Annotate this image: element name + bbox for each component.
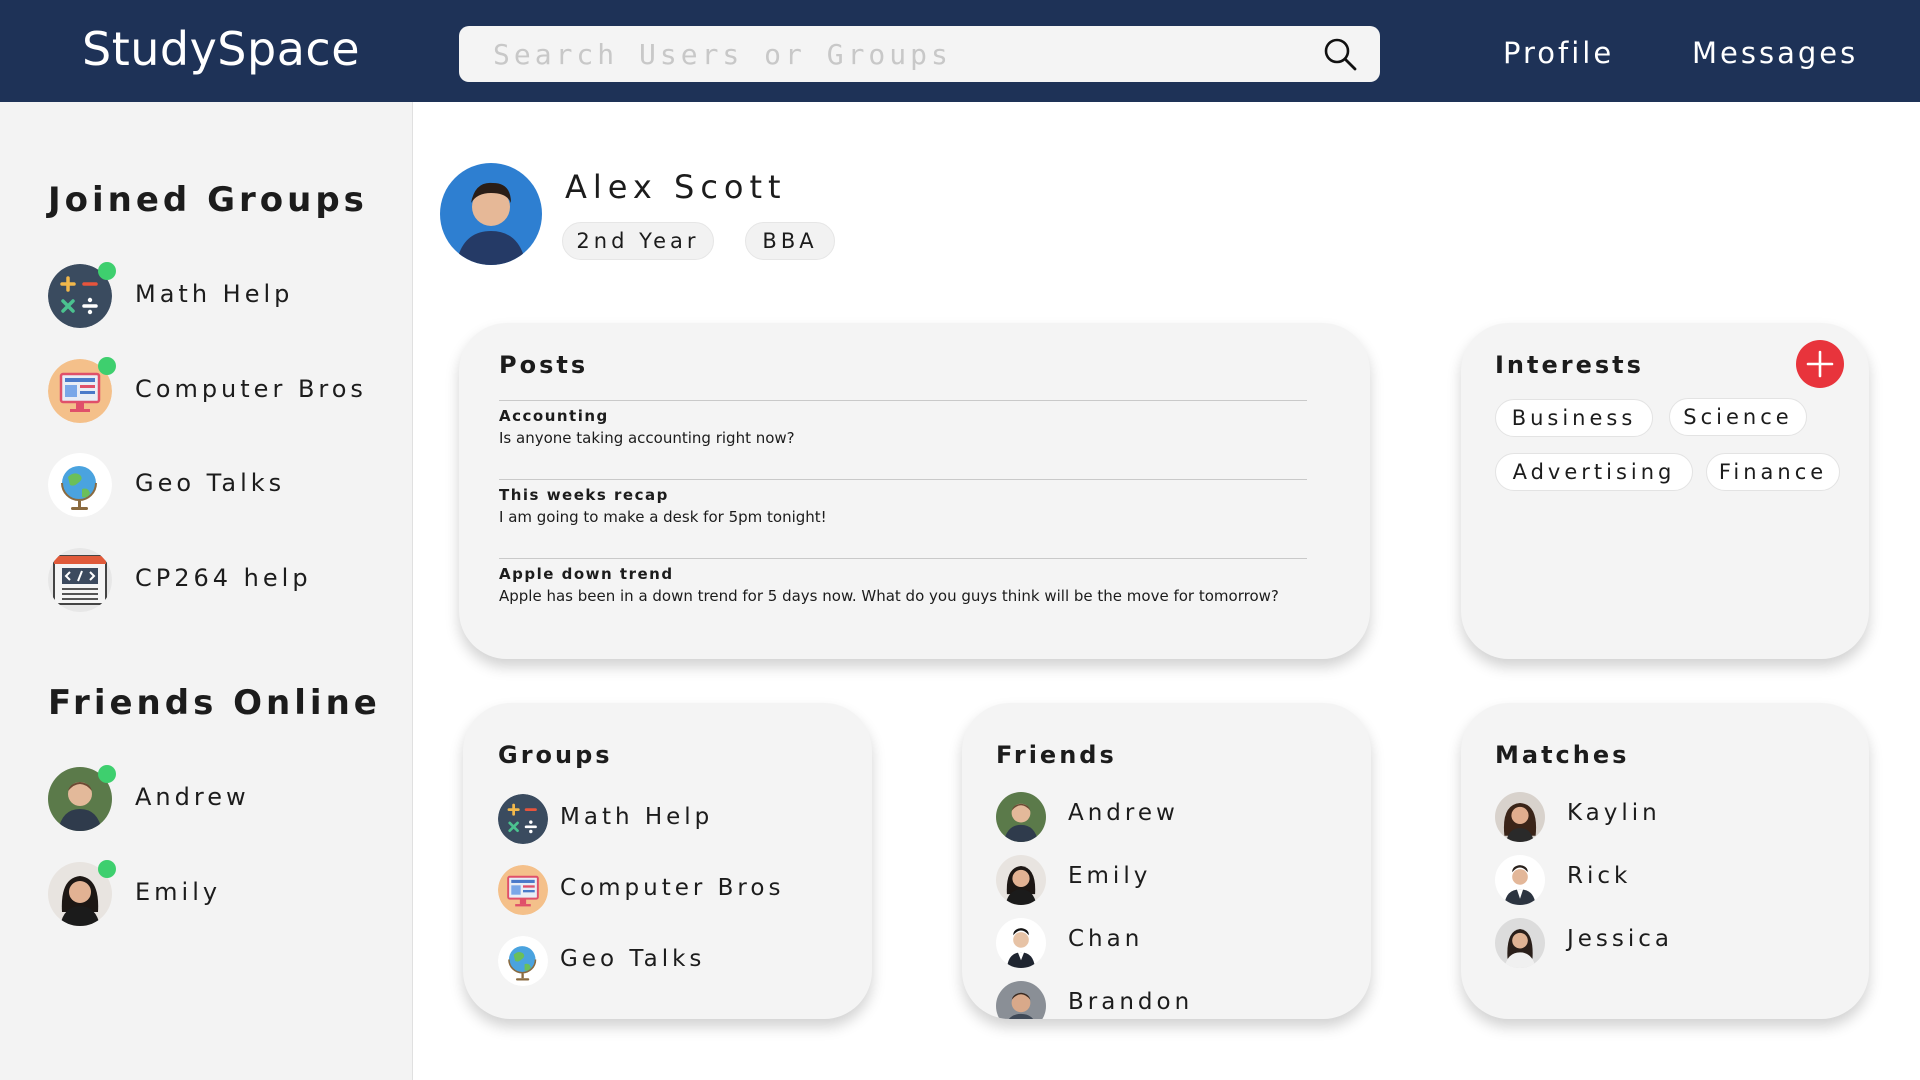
match-row-label: Kaylin xyxy=(1567,800,1661,826)
post-body: Apple has been in a down trend for 5 day… xyxy=(499,587,1279,605)
post-body: I am going to make a desk for 5pm tonigh… xyxy=(499,508,827,526)
avatar xyxy=(996,792,1046,842)
code-window-icon xyxy=(48,548,112,612)
friend-row-andrew[interactable]: Andrew xyxy=(996,792,1356,842)
sidebar-friend-emily[interactable]: Emily xyxy=(48,860,388,926)
group-row-geo-talks[interactable]: Geo Talks xyxy=(498,936,858,986)
online-indicator xyxy=(98,262,116,280)
sidebar-group-math-help[interactable]: Math Help xyxy=(48,262,388,328)
profile-tag-program: BBA xyxy=(745,222,835,260)
post-title: Apple down trend xyxy=(499,565,674,583)
nav-messages-link[interactable]: Messages xyxy=(1692,36,1858,70)
posts-card: Posts Accounting Is anyone taking accoun… xyxy=(459,323,1370,659)
search-icon[interactable] xyxy=(1322,36,1358,72)
matches-card: Matches Kaylin Rick Jessica xyxy=(1461,703,1869,1019)
profile-avatar xyxy=(440,163,542,265)
post-title: This weeks recap xyxy=(499,486,669,504)
friends-online-heading: Friends Online xyxy=(48,683,381,723)
match-row-kaylin[interactable]: Kaylin xyxy=(1495,792,1855,842)
sidebar-group-label: Computer Bros xyxy=(135,375,367,403)
interest-chip[interactable]: Business xyxy=(1495,399,1653,437)
friend-row-brandon[interactable]: Brandon xyxy=(996,981,1356,1019)
post-item[interactable]: This weeks recap I am going to make a de… xyxy=(499,479,1307,526)
friend-row-label: Brandon xyxy=(1068,989,1194,1015)
match-row-label: Rick xyxy=(1567,863,1632,889)
plus-icon xyxy=(1806,350,1834,378)
groups-card: Groups Math Help Computer Bros Geo Talks xyxy=(463,703,872,1019)
posts-title: Posts xyxy=(499,351,589,379)
online-indicator xyxy=(98,357,116,375)
friend-row-chan[interactable]: Chan xyxy=(996,918,1356,968)
friends-card: Friends Andrew Emily Chan Brandon xyxy=(962,703,1371,1019)
matches-title: Matches xyxy=(1495,741,1630,769)
group-row-label: Geo Talks xyxy=(560,946,706,972)
globe-icon xyxy=(498,936,548,986)
interest-chip[interactable]: Science xyxy=(1669,398,1807,436)
interest-chip[interactable]: Finance xyxy=(1706,453,1840,491)
group-row-label: Computer Bros xyxy=(560,875,785,901)
post-item[interactable]: Accounting Is anyone taking accounting r… xyxy=(499,400,1307,447)
group-row-label: Math Help xyxy=(560,804,714,830)
sidebar-friend-andrew[interactable]: Andrew xyxy=(48,765,388,831)
group-row-math-help[interactable]: Math Help xyxy=(498,794,858,844)
online-indicator xyxy=(98,765,116,783)
math-symbols-icon xyxy=(498,794,548,844)
match-row-label: Jessica xyxy=(1567,926,1674,952)
sidebar-group-label: Geo Talks xyxy=(135,469,286,497)
add-interest-button[interactable] xyxy=(1796,340,1844,388)
sidebar-group-label: Math Help xyxy=(135,280,294,308)
sidebar-group-geo-talks[interactable]: Geo Talks xyxy=(48,453,388,517)
brand-logo[interactable]: StudySpace xyxy=(82,22,360,76)
avatar xyxy=(996,918,1046,968)
sidebar-group-cp264-help[interactable]: CP264 help xyxy=(48,548,388,612)
friend-row-emily[interactable]: Emily xyxy=(996,855,1356,905)
interest-chip[interactable]: Advertising xyxy=(1495,453,1693,491)
globe-icon xyxy=(48,453,112,517)
avatar xyxy=(1495,792,1545,842)
match-row-rick[interactable]: Rick xyxy=(1495,855,1855,905)
post-body: Is anyone taking accounting right now? xyxy=(499,429,795,447)
computer-icon xyxy=(498,865,548,915)
top-bar: StudySpace Profile Messages xyxy=(0,0,1920,102)
search-input[interactable] xyxy=(459,26,1319,82)
sidebar-friend-label: Emily xyxy=(135,878,222,906)
avatar xyxy=(1495,855,1545,905)
friend-row-label: Emily xyxy=(1068,863,1152,889)
avatar xyxy=(1495,918,1545,968)
post-title: Accounting xyxy=(499,407,609,425)
interests-title: Interests xyxy=(1495,351,1644,379)
sidebar-group-computer-bros[interactable]: Computer Bros xyxy=(48,357,388,423)
sidebar-friend-label: Andrew xyxy=(135,783,250,811)
group-row-computer-bros[interactable]: Computer Bros xyxy=(498,865,858,915)
profile-name: Alex Scott xyxy=(565,168,787,206)
avatar xyxy=(996,981,1046,1019)
match-row-jessica[interactable]: Jessica xyxy=(1495,918,1855,968)
online-indicator xyxy=(98,860,116,878)
avatar xyxy=(996,855,1046,905)
groups-title: Groups xyxy=(498,741,613,769)
friend-row-label: Andrew xyxy=(1068,800,1179,826)
search-bar xyxy=(459,26,1380,82)
friend-row-label: Chan xyxy=(1068,926,1144,952)
friends-title: Friends xyxy=(996,741,1117,769)
post-item[interactable]: Apple down trend Apple has been in a dow… xyxy=(499,558,1307,605)
joined-groups-heading: Joined Groups xyxy=(48,180,368,220)
sidebar-group-label: CP264 help xyxy=(135,564,312,592)
profile-tag-year: 2nd Year xyxy=(562,222,714,260)
nav-profile-link[interactable]: Profile xyxy=(1503,36,1614,70)
